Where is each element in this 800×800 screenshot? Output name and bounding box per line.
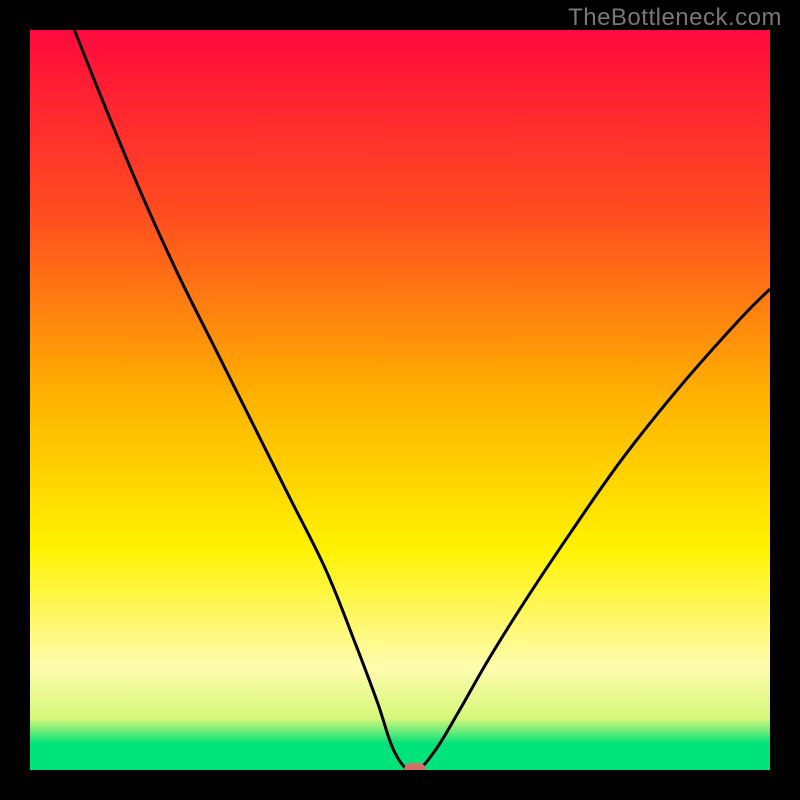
plot-area [30, 30, 770, 770]
chart-container: TheBottleneck.com [0, 0, 800, 800]
watermark-label: TheBottleneck.com [568, 4, 782, 32]
curve-layer [30, 30, 770, 770]
minimum-marker [404, 763, 426, 770]
bottleneck-curve [74, 30, 770, 770]
